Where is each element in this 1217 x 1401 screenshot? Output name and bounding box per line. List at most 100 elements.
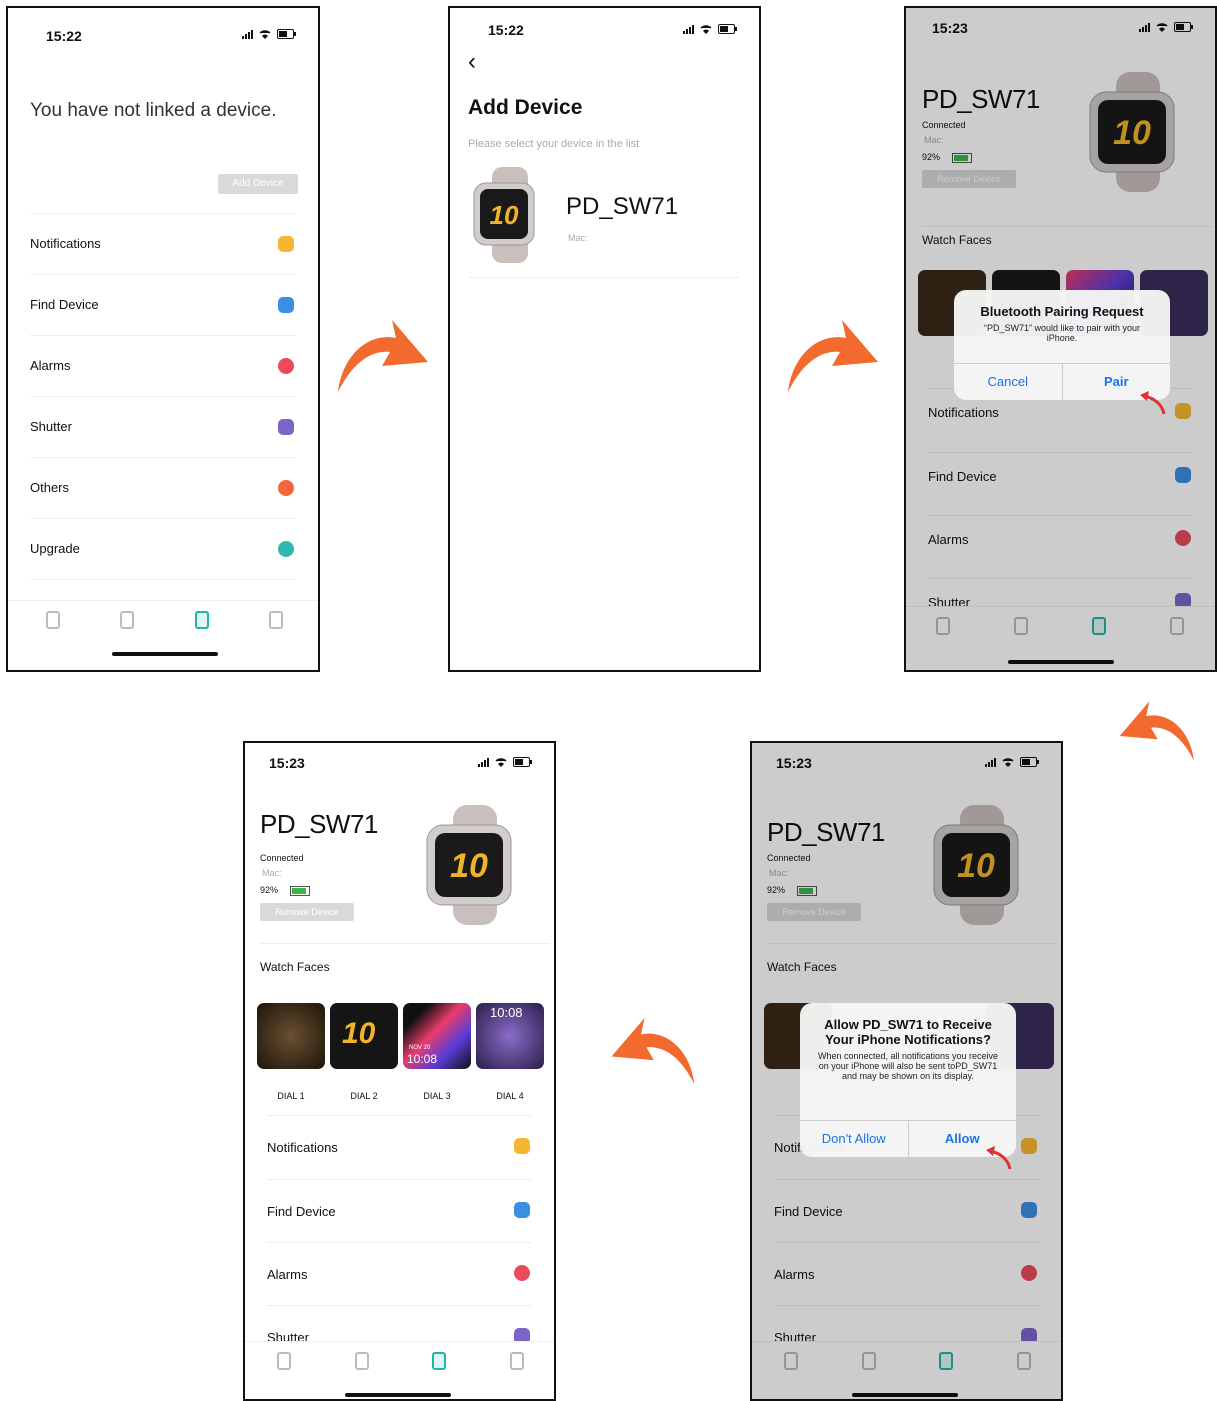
gear-icon: [278, 480, 294, 496]
battery-icon: [718, 24, 737, 34]
menu-item-label: Notifications: [30, 236, 101, 251]
watch-image: 10: [473, 167, 535, 263]
status-icons: [242, 29, 296, 39]
home-indicator: [112, 652, 218, 656]
dial-label: DIAL 1: [277, 1091, 305, 1101]
dial-2-thumbnail[interactable]: 10: [330, 1003, 398, 1069]
menu-item-others[interactable]: Others: [30, 457, 296, 518]
dialog-message: When connected, all notifications you re…: [817, 1051, 999, 1081]
menu-item-label: Notifications: [267, 1140, 338, 1155]
phone-screen-pairing: 15:23 PD_SW71 Connected Mac: 92% Remove …: [904, 6, 1217, 672]
signal-icon: [242, 29, 253, 39]
phone-screen-add-device: 15:22 ‹ Add Device Please select your de…: [448, 6, 761, 672]
flow-arrow-icon: [338, 320, 428, 392]
cancel-button[interactable]: Cancel: [954, 364, 1062, 400]
dial-4-thumbnail[interactable]: 10:08: [476, 1003, 544, 1069]
phone-screen-connected: 15:23 PD_SW71 Connected Mac: 92% Remove …: [243, 741, 556, 1401]
status-icons: [478, 757, 532, 767]
tab-dashboard-icon[interactable]: [46, 611, 60, 629]
no-device-title: You have not linked a device.: [30, 100, 277, 121]
device-mac: Mac:: [262, 868, 282, 878]
message-icon: [278, 236, 294, 252]
tab-device-icon[interactable]: [195, 611, 209, 629]
menu-item-label: Find Device: [30, 297, 99, 312]
menu-item-find-device[interactable]: Find Device: [30, 274, 296, 335]
svg-text:10: 10: [450, 847, 488, 885]
tab-profile-icon[interactable]: [269, 611, 283, 629]
menu-item-label: Alarms: [267, 1267, 308, 1282]
menu-item-label: Shutter: [30, 419, 72, 434]
signal-icon: [683, 24, 694, 34]
status-time: 15:22: [488, 22, 524, 38]
clock-icon: [514, 1265, 530, 1281]
battery-icon: [513, 757, 532, 767]
camera-icon: [278, 419, 294, 435]
menu-item-notifications[interactable]: Notifications: [30, 213, 296, 274]
flow-arrow-icon: [611, 1017, 695, 1085]
dial-3-thumbnail[interactable]: NOV 20 10:08: [403, 1003, 471, 1069]
phone-screen-notification-permission: 15:23 PD_SW71 Connected Mac: 92% Remove …: [750, 741, 1063, 1401]
menu-item-upgrade[interactable]: Upgrade: [30, 518, 296, 580]
device-name: PD_SW71: [260, 809, 378, 839]
tab-bar: [245, 1341, 554, 1399]
menu-item-label: Upgrade: [30, 541, 80, 556]
status-bar: 15:22: [8, 8, 318, 52]
wifi-icon: [495, 757, 507, 767]
menu-item-shutter[interactable]: Shutter: [30, 396, 296, 457]
watch-faces-heading: Watch Faces: [260, 943, 550, 974]
menu-item-alarms[interactable]: Alarms: [267, 1242, 532, 1303]
signal-icon: [478, 757, 489, 767]
svg-text:10: 10: [490, 200, 519, 230]
remove-device-button[interactable]: Remove Device: [260, 903, 354, 921]
back-button[interactable]: ‹: [468, 48, 476, 76]
clock-icon: [278, 358, 294, 374]
dial-label: DIAL 2: [350, 1091, 378, 1101]
watch-image: 10: [426, 805, 512, 925]
search-icon: [514, 1202, 530, 1218]
cloud-download-icon: [278, 541, 294, 557]
dial-3-date: NOV 20: [409, 1045, 431, 1051]
dial-2-hour: 10: [342, 1017, 376, 1050]
status-bar: 15:23: [245, 743, 554, 787]
phone-screen-no-device: 15:22 You have not linked a device. Add …: [6, 6, 320, 672]
dialog-title: Allow PD_SW71 to Receive Your iPhone Not…: [824, 1017, 992, 1047]
status-bar: 15:22: [450, 8, 759, 52]
search-icon: [278, 297, 294, 313]
tab-device-icon[interactable]: [432, 1352, 446, 1370]
bluetooth-pairing-dialog: Bluetooth Pairing Request “PD_SW71” woul…: [954, 290, 1170, 400]
device-mac: Mac:: [568, 233, 588, 243]
menu-item-label: Find Device: [267, 1204, 336, 1219]
status-time: 15:23: [269, 755, 305, 771]
device-list-item[interactable]: 10 PD_SW71 Mac:: [468, 163, 740, 278]
pointer-arrow-icon: [986, 1146, 1012, 1170]
connection-status: Connected: [260, 853, 304, 863]
add-device-button[interactable]: Add Device: [218, 174, 298, 194]
page-title: Add Device: [468, 96, 583, 119]
notification-permission-dialog: Allow PD_SW71 to Receive Your iPhone Not…: [800, 1003, 1016, 1157]
dont-allow-button[interactable]: Don't Allow: [800, 1121, 908, 1157]
status-time: 15:22: [46, 28, 82, 44]
battery-percent: 92%: [260, 885, 279, 895]
dialog-message: “PD_SW71” would like to pair with your i…: [983, 323, 1141, 343]
tab-home-icon[interactable]: [120, 611, 134, 629]
menu-item-label: Alarms: [30, 358, 71, 373]
dial-1-thumbnail[interactable]: [257, 1003, 325, 1069]
dial-4-time: 10:08: [490, 1005, 523, 1020]
battery-level-icon: [290, 886, 310, 896]
tab-home-icon[interactable]: [355, 1352, 369, 1370]
status-icons: [683, 24, 737, 34]
tab-dashboard-icon[interactable]: [277, 1352, 291, 1370]
dial-label: DIAL 4: [496, 1091, 524, 1101]
message-icon: [514, 1138, 530, 1154]
menu-item-alarms[interactable]: Alarms: [30, 335, 296, 396]
tab-profile-icon[interactable]: [510, 1352, 524, 1370]
menu-item-label: Others: [30, 480, 70, 495]
device-name: PD_SW71: [566, 193, 679, 220]
menu-item-find-device[interactable]: Find Device: [267, 1179, 532, 1240]
battery-icon: [277, 29, 296, 39]
dial-label: DIAL 3: [423, 1091, 451, 1101]
pointer-arrow-icon: [1140, 391, 1166, 415]
flow-arrow-icon: [788, 320, 878, 392]
dialog-title: Bluetooth Pairing Request: [980, 304, 1144, 319]
menu-item-notifications[interactable]: Notifications: [267, 1115, 532, 1176]
